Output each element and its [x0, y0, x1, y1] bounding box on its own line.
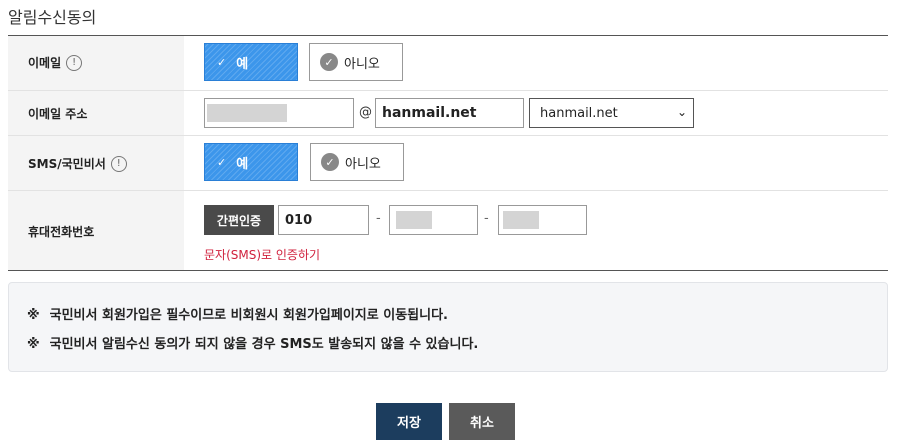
row-sms-consent: SMS/국민비서 ! ✓ 예 ✓ 아니오 — [8, 136, 888, 191]
save-button[interactable]: 저장 — [376, 403, 442, 440]
email-domain-select[interactable]: hanmail.net ⌄ — [529, 98, 694, 128]
phone-last-input[interactable] — [498, 205, 587, 235]
notice-box: ※ 국민비서 회원가입은 필수이므로 비회원시 회원가입페이지로 이동됩니다. ※… — [8, 282, 888, 372]
dash: - — [484, 211, 489, 226]
email-no-button[interactable]: ✓ 아니오 — [309, 43, 403, 81]
check-icon: ✓ — [321, 153, 339, 171]
phone-prefix-input[interactable]: 010 — [278, 205, 369, 235]
check-icon: ✓ — [217, 55, 227, 69]
sms-no-button[interactable]: ✓ 아니오 — [310, 143, 404, 181]
sms-verify-link[interactable]: 문자(SMS)로 인증하기 — [204, 246, 320, 263]
row-email-address: 이메일 주소 @ hanmail.net hanmail.net ⌄ — [8, 91, 888, 136]
notice-line-1: ※ 국민비서 회원가입은 필수이므로 비회원시 회원가입페이지로 이동됩니다. — [27, 308, 448, 323]
sms-yes-button[interactable]: ✓ 예 — [204, 143, 298, 181]
notice-line-2: ※ 국민비서 알림수신 동의가 되지 않을 경우 SMS도 발송되지 않을 수 있… — [27, 337, 479, 352]
email-domain-input[interactable]: hanmail.net — [375, 98, 524, 128]
row-email-consent: 이메일 ! ✓ 예 ✓ 아니오 — [8, 36, 888, 91]
easy-verify-button[interactable]: 간편인증 — [204, 205, 274, 235]
email-yes-button[interactable]: ✓ 예 — [204, 43, 298, 81]
at-sign: @ — [359, 105, 372, 120]
info-icon[interactable]: ! — [66, 54, 83, 71]
info-icon[interactable]: ! — [110, 155, 127, 172]
phone-label: 휴대전화번호 — [28, 225, 95, 239]
section-title: 알림수신동의 — [8, 8, 97, 27]
dash: - — [376, 211, 381, 226]
email-id-input[interactable] — [204, 98, 354, 128]
check-icon: ✓ — [320, 53, 338, 71]
check-icon: ✓ — [217, 155, 227, 169]
email-consent-label: 이메일 ! — [28, 54, 83, 71]
row-phone: 휴대전화번호 간편인증 010 - - 문자(SMS)로 인증하기 — [8, 191, 888, 270]
phone-middle-input[interactable] — [389, 205, 478, 235]
email-address-label: 이메일 주소 — [28, 107, 88, 121]
cancel-button[interactable]: 취소 — [449, 403, 515, 440]
form-bottom-border — [8, 270, 888, 271]
sms-consent-label: SMS/국민비서 ! — [28, 155, 127, 172]
chevron-down-icon: ⌄ — [676, 105, 687, 119]
